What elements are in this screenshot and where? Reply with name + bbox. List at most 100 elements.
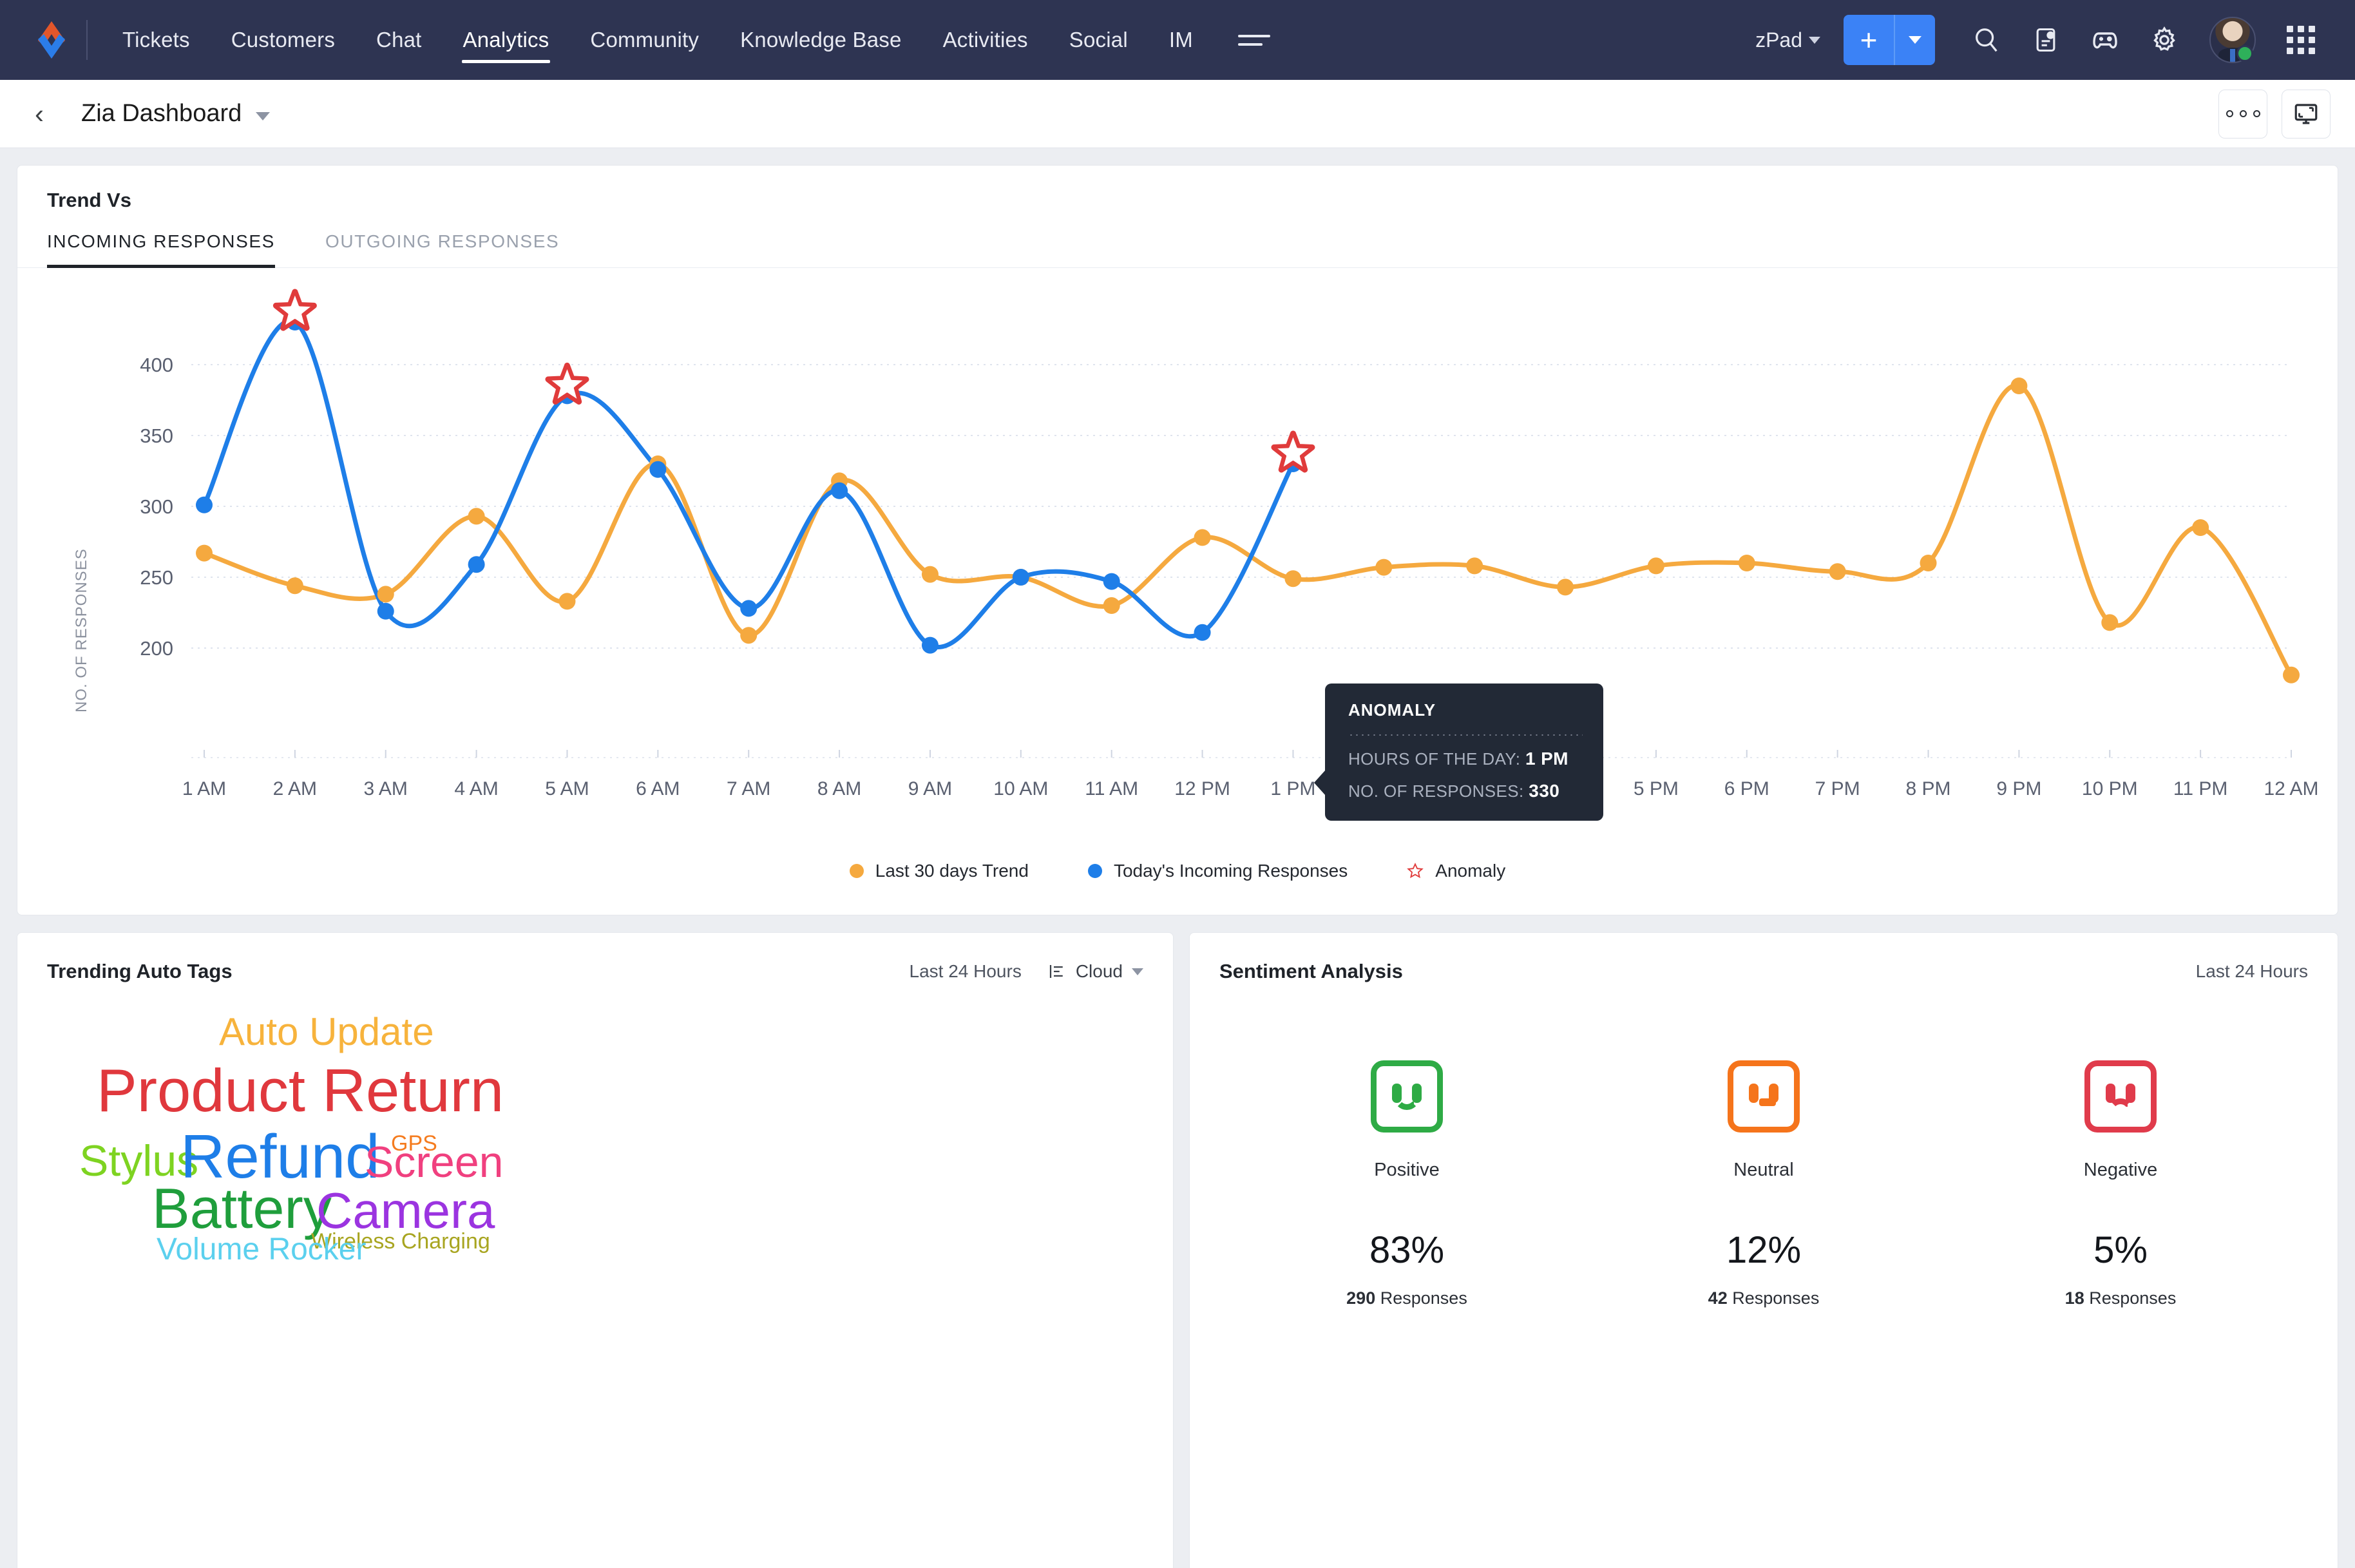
gamification-icon[interactable] <box>2075 10 2135 70</box>
data-point[interactable] <box>922 566 939 583</box>
nav-divider <box>86 20 88 60</box>
trend-chart-svg[interactable]: 2002503003504001 AM2 AM3 AM4 AM5 AM6 AM7… <box>17 268 2336 861</box>
data-point[interactable] <box>377 586 394 602</box>
data-point[interactable] <box>1557 578 1574 595</box>
nav-link-chat[interactable]: Chat <box>356 0 443 80</box>
word-cloud-item[interactable]: Camera <box>316 1185 495 1236</box>
data-point[interactable] <box>922 637 939 654</box>
add-dropdown-button[interactable] <box>1895 15 1935 65</box>
data-point[interactable] <box>1375 559 1392 576</box>
data-point[interactable] <box>558 593 575 609</box>
tooltip-hour-value: 1 PM <box>1525 749 1568 769</box>
word-cloud-item[interactable]: Volume Rocker <box>157 1234 366 1265</box>
list-view-icon <box>1047 962 1067 981</box>
x-axis-tick: 6 PM <box>1724 778 1769 799</box>
more-options-button[interactable] <box>2218 90 2267 139</box>
frown-icon <box>2084 1060 2157 1133</box>
avatar[interactable] <box>2203 10 2262 70</box>
nav-label: Knowledge Base <box>740 28 901 52</box>
data-point[interactable] <box>1829 563 1846 580</box>
data-point[interactable] <box>1739 555 1755 571</box>
apps-grid-icon[interactable] <box>2271 10 2331 70</box>
data-point[interactable] <box>1103 597 1120 614</box>
data-point[interactable] <box>831 483 848 499</box>
nav-link-analytics[interactable]: Analytics <box>443 0 570 80</box>
back-icon[interactable]: ‹ <box>35 100 67 128</box>
series-line <box>204 385 2291 675</box>
search-icon[interactable] <box>1957 10 2016 70</box>
y-axis-tick: 300 <box>140 495 173 518</box>
data-point[interactable] <box>196 545 213 562</box>
word-cloud-item[interactable]: Product Return <box>97 1060 504 1121</box>
data-point[interactable] <box>2101 614 2118 631</box>
sentiment-name: Neutral <box>1733 1160 1794 1181</box>
nav-link-im[interactable]: IM <box>1149 0 1214 80</box>
nav-link-tickets[interactable]: Tickets <box>102 0 211 80</box>
tooltip-divider <box>1348 734 1583 736</box>
sentiment-name: Positive <box>1374 1160 1440 1181</box>
data-point[interactable] <box>740 627 757 644</box>
nav-link-knowledge-base[interactable]: Knowledge Base <box>720 0 922 80</box>
data-point[interactable] <box>196 497 213 513</box>
tags-view-selector[interactable]: Cloud <box>1047 961 1143 982</box>
data-point[interactable] <box>287 577 303 594</box>
x-axis-tick: 8 AM <box>817 778 861 799</box>
data-point[interactable] <box>2010 378 2027 394</box>
tab-outgoing-responses[interactable]: OUTGOING RESPONSES <box>325 231 559 267</box>
presentation-mode-button[interactable] <box>2282 90 2331 139</box>
data-point[interactable] <box>1920 555 1937 571</box>
data-point[interactable] <box>1284 570 1301 587</box>
legend-item-today[interactable]: Today's Incoming Responses <box>1088 861 1348 881</box>
nav-link-community[interactable]: Community <box>569 0 720 80</box>
data-point[interactable] <box>1103 573 1120 590</box>
nav-label: Analytics <box>463 28 549 52</box>
app-logo[interactable] <box>22 20 81 60</box>
more-modules-icon[interactable] <box>1229 28 1279 52</box>
nav-link-activities[interactable]: Activities <box>922 0 1049 80</box>
notes-icon[interactable] <box>2016 10 2075 70</box>
nav-link-social[interactable]: Social <box>1049 0 1149 80</box>
data-point[interactable] <box>1194 624 1211 641</box>
sentiment-neutral[interactable]: Neutral 12% 42 Responses <box>1585 1060 1942 1308</box>
org-switcher[interactable]: zPad <box>1755 28 1820 52</box>
word-cloud-item[interactable]: Auto Update <box>219 1013 434 1051</box>
data-point[interactable] <box>2283 667 2300 684</box>
sentiment-positive[interactable]: Positive 83% 290 Responses <box>1228 1060 1585 1308</box>
data-point[interactable] <box>1194 529 1211 546</box>
anomaly-star-icon[interactable] <box>548 365 586 401</box>
x-axis-tick: 10 PM <box>2082 778 2138 799</box>
data-point[interactable] <box>377 603 394 620</box>
data-point[interactable] <box>1648 557 1664 574</box>
gear-icon[interactable] <box>2135 10 2194 70</box>
data-point[interactable] <box>649 461 666 478</box>
tab-incoming-responses[interactable]: INCOMING RESPONSES <box>47 231 275 267</box>
data-point[interactable] <box>1013 569 1029 586</box>
data-point[interactable] <box>740 600 757 617</box>
x-axis-tick: 5 AM <box>545 778 589 799</box>
x-axis-tick: 1 AM <box>182 778 226 799</box>
word-cloud-item[interactable]: Battery <box>152 1180 332 1237</box>
legend-item-trend[interactable]: Last 30 days Trend <box>850 861 1029 881</box>
top-navigation-bar: Tickets Customers Chat Analytics Communi… <box>0 0 2355 80</box>
chevron-down-icon[interactable] <box>256 112 270 120</box>
y-axis-tick: 200 <box>140 637 173 660</box>
tooltip-responses-label: NO. OF RESPONSES: <box>1348 781 1524 801</box>
sentiment-percent: 5% <box>2093 1229 2148 1272</box>
word-cloud-item[interactable]: Screen <box>365 1140 503 1184</box>
legend-label: Last 30 days Trend <box>875 861 1029 881</box>
data-point[interactable] <box>2192 519 2209 536</box>
x-axis-tick: 9 PM <box>1996 778 2041 799</box>
plus-icon[interactable]: + <box>1844 15 1894 65</box>
data-point[interactable] <box>1466 557 1483 574</box>
sentiment-analysis-card: Sentiment Analysis Last 24 Hours Positiv… <box>1189 932 2338 1568</box>
add-button-group[interactable]: + <box>1844 15 1935 65</box>
data-point[interactable] <box>468 508 485 524</box>
anomaly-star-icon[interactable] <box>1274 434 1312 470</box>
data-point[interactable] <box>468 556 485 573</box>
sentiment-negative[interactable]: Negative 5% 18 Responses <box>1942 1060 2299 1308</box>
legend-item-anomaly[interactable]: Anomaly <box>1407 861 1505 881</box>
nav-link-customers[interactable]: Customers <box>211 0 356 80</box>
apps-grid-glyph <box>2287 26 2315 54</box>
x-axis-tick: 5 PM <box>1634 778 1679 799</box>
word-cloud[interactable]: Auto UpdateProduct ReturnGPSStylusRefund… <box>17 1010 1173 1568</box>
